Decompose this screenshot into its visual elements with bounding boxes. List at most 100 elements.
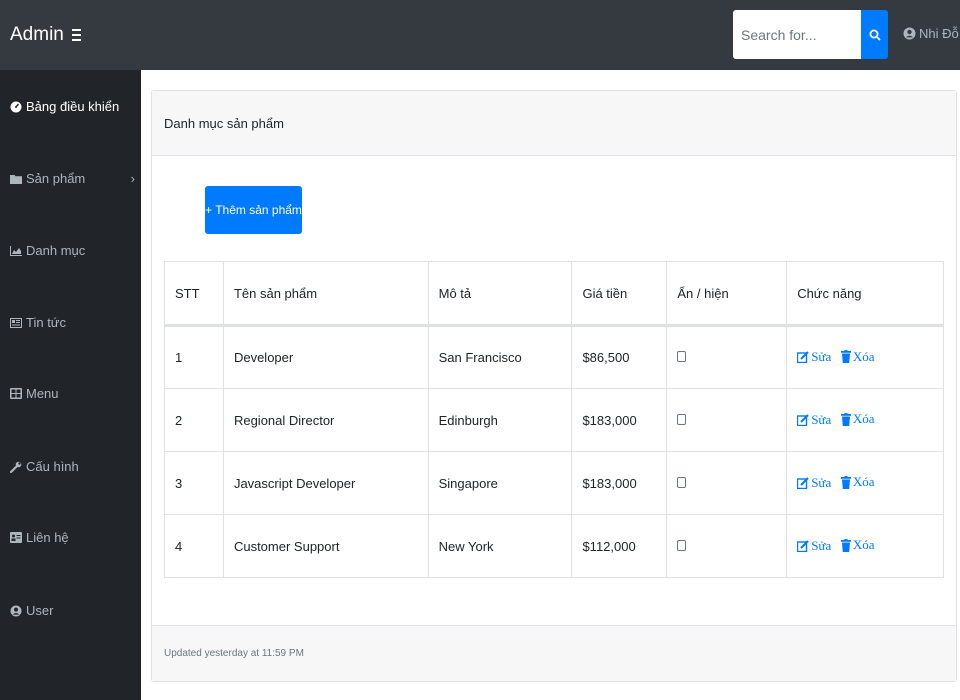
- top-navbar: Admin Nhi Đỗ: [0, 0, 960, 70]
- add-product-button[interactable]: + Thêm sản phẩm: [205, 186, 302, 234]
- user-menu[interactable]: Nhi Đỗ: [903, 26, 959, 41]
- cell-visibility: [666, 388, 788, 452]
- delete-label: Xóa: [852, 348, 875, 364]
- product-table: STT Tên sản phẩm Mô tả Giá tiền Ẩn / hiệ…: [164, 261, 944, 578]
- sidebar-item-label: Danh mục: [26, 243, 86, 258]
- grid-icon: [10, 388, 22, 399]
- dashboard-icon: [10, 101, 22, 112]
- sidebar-item-contact[interactable]: Liên hệ: [10, 530, 135, 545]
- trash-icon: [840, 412, 851, 426]
- column-header: Mô tả: [427, 261, 573, 327]
- cell-name: Customer Support: [222, 514, 429, 578]
- column-header: Giá tiền: [571, 261, 668, 327]
- card-footer: Updated yesterday at 11:59 PM: [152, 625, 956, 681]
- sidebar-item-label: Menu: [26, 386, 59, 401]
- table-row: 1 Developer San Francisco $86,500 Sửa Xó…: [164, 325, 944, 389]
- sidebar-item-dashboard[interactable]: Bảng điều khiển: [10, 99, 135, 114]
- edit-button[interactable]: Sửa: [797, 538, 831, 554]
- search-icon: [869, 29, 881, 41]
- sidebar-item-label: Liên hệ: [26, 530, 69, 545]
- trash-icon: [840, 350, 851, 364]
- cell-name: Javascript Developer: [222, 451, 429, 515]
- sidebar-item-menu[interactable]: Menu: [10, 386, 135, 401]
- edit-label: Sửa: [811, 474, 832, 490]
- cell-actions: Sửa Xóa: [786, 388, 944, 452]
- delete-button[interactable]: Xóa: [840, 411, 875, 427]
- search-input[interactable]: [733, 10, 861, 59]
- column-header: STT: [164, 261, 224, 327]
- delete-button[interactable]: Xóa: [840, 537, 875, 553]
- brand[interactable]: Admin: [10, 24, 81, 46]
- cell-stt: 3: [164, 451, 224, 515]
- cell-visibility: [666, 514, 788, 578]
- edit-label: Sửa: [811, 537, 832, 553]
- last-updated-text: Updated yesterday at 11:59 PM: [164, 648, 304, 659]
- sidebar-item-label: Bảng điều khiển: [26, 99, 120, 114]
- visibility-checkbox[interactable]: [677, 539, 687, 551]
- cell-actions: Sửa Xóa: [786, 514, 944, 578]
- product-card: Danh mục sản phẩm + Thêm sản phẩm STT Tê…: [151, 90, 957, 682]
- user-name: Nhi Đỗ: [919, 26, 959, 41]
- edit-icon: [797, 351, 809, 364]
- table-row: 3 Javascript Developer Singapore $183,00…: [164, 451, 944, 515]
- edit-icon: [797, 477, 809, 489]
- edit-icon: [797, 540, 809, 552]
- trash-icon: [840, 475, 851, 489]
- main-content: Danh mục sản phẩm + Thêm sản phẩm STT Tê…: [141, 70, 960, 700]
- user-circle-icon: [10, 605, 22, 616]
- edit-button[interactable]: Sửa: [797, 412, 831, 428]
- edit-label: Sửa: [811, 349, 832, 365]
- cell-visibility: [666, 451, 788, 515]
- visibility-checkbox[interactable]: [677, 413, 687, 425]
- cell-desc: San Francisco: [427, 325, 573, 389]
- delete-button[interactable]: Xóa: [840, 348, 875, 365]
- cell-desc: New York: [427, 514, 573, 578]
- sidebar-item-label: Tin tức: [26, 315, 67, 330]
- area-chart-icon: [10, 245, 22, 256]
- menu-toggle-icon[interactable]: [71, 29, 81, 41]
- cell-actions: Sửa Xóa: [786, 325, 944, 389]
- sidebar-item-user[interactable]: User: [10, 603, 135, 618]
- cell-price: $183,000: [571, 388, 668, 452]
- trash-icon: [840, 538, 851, 552]
- sidebar: Bảng điều khiển Sản phẩm › Danh mục Tin …: [0, 70, 141, 700]
- contact-card-icon: [10, 532, 22, 543]
- card-title: Danh mục sản phẩm: [164, 115, 284, 131]
- column-header: Tên sản phẩm: [222, 261, 429, 327]
- table-row: 4 Customer Support New York $112,000 Sửa…: [164, 514, 944, 578]
- delete-label: Xóa: [852, 474, 875, 490]
- cell-price: $86,500: [571, 325, 668, 389]
- sidebar-item-settings[interactable]: Cấu hình: [10, 459, 135, 474]
- delete-label: Xóa: [852, 537, 875, 553]
- sidebar-item-categories[interactable]: Danh mục: [10, 243, 135, 258]
- edit-label: Sửa: [811, 411, 832, 427]
- sidebar-item-products[interactable]: Sản phẩm ›: [10, 171, 135, 186]
- user-circle-icon: [903, 27, 916, 40]
- cell-price: $112,000: [571, 514, 668, 578]
- visibility-checkbox[interactable]: [677, 351, 687, 362]
- sidebar-item-label: Cấu hình: [26, 459, 79, 474]
- brand-title[interactable]: Admin: [10, 24, 64, 46]
- card-header: Danh mục sản phẩm: [152, 91, 956, 156]
- cell-visibility: [666, 325, 788, 389]
- cell-desc: Edinburgh: [427, 388, 573, 452]
- sidebar-item-label: User: [26, 603, 54, 618]
- sidebar-item-label: Sản phẩm: [26, 171, 86, 186]
- cell-name: Developer: [222, 325, 429, 389]
- visibility-checkbox[interactable]: [677, 476, 687, 488]
- cell-price: $183,000: [571, 451, 668, 515]
- edit-button[interactable]: Sửa: [797, 475, 831, 491]
- edit-icon: [797, 414, 809, 426]
- cell-actions: Sửa Xóa: [786, 451, 944, 515]
- column-header: Ẩn / hiện: [666, 261, 788, 327]
- table-row: 2 Regional Director Edinburgh $183,000 S…: [164, 388, 944, 452]
- table-header-row: STT Tên sản phẩm Mô tả Giá tiền Ẩn / hiệ…: [164, 261, 944, 327]
- search-group: [733, 10, 888, 59]
- cell-stt: 1: [164, 325, 224, 389]
- edit-button[interactable]: Sửa: [797, 349, 831, 365]
- cell-stt: 2: [164, 388, 224, 452]
- search-button[interactable]: [861, 10, 888, 59]
- sidebar-item-news[interactable]: Tin tức: [10, 315, 135, 330]
- wrench-icon: [10, 461, 22, 473]
- delete-button[interactable]: Xóa: [840, 474, 875, 490]
